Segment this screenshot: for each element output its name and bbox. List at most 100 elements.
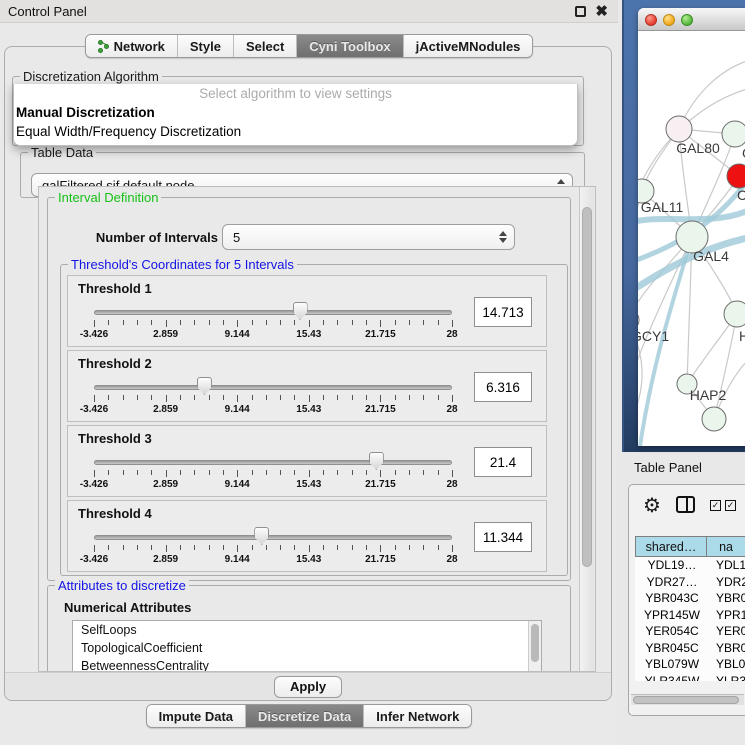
threshold-slider[interactable]: -3.4262.8599.14415.4321.71528 — [94, 351, 452, 423]
slider-tick — [180, 545, 181, 550]
slider-thumb[interactable] — [254, 527, 269, 545]
attribute-list-item[interactable]: TopologicalCoefficient — [73, 639, 541, 657]
tab-label: Select — [246, 39, 284, 54]
hscrollbar-thumb[interactable] — [633, 696, 739, 704]
threshold-slider[interactable]: -3.4262.8599.14415.4321.71528 — [94, 426, 452, 498]
checkbox-icon[interactable]: ✓ — [725, 500, 736, 511]
slider-tick — [323, 470, 324, 475]
columns-icon[interactable] — [676, 496, 695, 513]
algorithm-placeholder-item[interactable]: Select algorithm to view settings — [14, 84, 577, 103]
threshold-slider[interactable]: -3.4262.8599.14415.4321.71528 — [94, 501, 452, 573]
network-window: GAL80GACGAL11GAL4GCY1HHAP2 — [638, 8, 745, 446]
mac-minimize-icon[interactable] — [663, 14, 675, 26]
slider-tick — [209, 470, 210, 475]
attributes-group-label: Attributes to discretize — [55, 578, 189, 593]
table-column-header[interactable]: shared… — [635, 536, 707, 557]
threshold-value-field[interactable]: 21.4 — [474, 447, 532, 477]
slider-tick — [409, 395, 410, 400]
slider-tick-label: 28 — [446, 404, 457, 415]
table-row[interactable]: YBR043CYBR0 — [635, 590, 745, 607]
algorithm-option[interactable]: Manual Discretization — [14, 103, 577, 122]
tab-discretize-data[interactable]: Discretize Data — [246, 705, 364, 727]
settings-scrollbar[interactable] — [579, 187, 594, 671]
list-scrollbar[interactable] — [528, 621, 541, 672]
tab-select[interactable]: Select — [234, 35, 297, 57]
table-row[interactable]: YDL19…YDL1 — [635, 557, 745, 574]
slider-tick-label: 28 — [446, 479, 457, 490]
table-row[interactable]: YDR27…YDR2 — [635, 574, 745, 591]
number-of-intervals-combo[interactable]: 5 — [222, 224, 515, 250]
tab-infer-network[interactable]: Infer Network — [364, 705, 471, 727]
network-node[interactable] — [702, 407, 726, 431]
mac-close-icon[interactable] — [645, 14, 657, 26]
tab-jactivemnodules[interactable]: jActiveMNodules — [404, 35, 533, 57]
slider-track[interactable] — [94, 385, 452, 390]
table-hscrollbar[interactable] — [631, 694, 744, 705]
slider-tick — [252, 320, 253, 325]
network-window-titlebar[interactable] — [638, 8, 745, 31]
table-column-header[interactable]: na — [707, 536, 745, 557]
network-node[interactable] — [666, 116, 692, 142]
slider-tick-label: 2.859 — [153, 404, 178, 415]
node-label: C — [737, 187, 745, 203]
threshold-slider[interactable]: -3.4262.8599.14415.4321.71528 — [94, 276, 452, 348]
slider-tick — [380, 395, 381, 402]
slider-tick-label: 9.144 — [225, 329, 250, 340]
float-window-icon[interactable] — [575, 6, 586, 17]
slider-tick — [237, 395, 238, 402]
numerical-attributes-list[interactable]: SelfLoopsTopologicalCoefficientBetweenne… — [72, 620, 542, 672]
checkbox-icon[interactable]: ✓ — [710, 500, 721, 511]
node-label: H — [739, 328, 745, 344]
slider-tick — [151, 395, 152, 400]
tab-label: Network — [114, 39, 165, 54]
scrollbar-thumb[interactable] — [582, 207, 592, 567]
slider-tick-label: 21.715 — [365, 404, 396, 415]
table-row[interactable]: YLR345WYLR3 — [635, 673, 745, 682]
apply-button[interactable]: Apply — [274, 676, 342, 698]
slider-tick — [166, 320, 167, 327]
slider-tick — [280, 395, 281, 400]
network-node[interactable] — [727, 164, 745, 188]
slider-tick — [137, 470, 138, 475]
network-graph[interactable]: GAL80GACGAL11GAL4GCY1HHAP2 — [638, 31, 745, 446]
table-cell: YDL19… — [635, 558, 709, 572]
network-edge — [679, 61, 745, 129]
attribute-list-item[interactable]: SelfLoops — [73, 621, 541, 639]
network-canvas[interactable]: GAL80GACGAL11GAL4GCY1HHAP2 — [638, 31, 745, 446]
slider-tick — [108, 470, 109, 475]
slider-track[interactable] — [94, 535, 452, 540]
mac-zoom-icon[interactable] — [681, 14, 693, 26]
slider-thumb[interactable] — [369, 452, 384, 470]
slider-tick — [108, 320, 109, 325]
close-icon[interactable]: ✖ — [595, 2, 608, 20]
slider-track[interactable] — [94, 310, 452, 315]
slider-tick-label: 28 — [446, 329, 457, 340]
slider-track[interactable] — [94, 460, 452, 465]
tab-style[interactable]: Style — [178, 35, 234, 57]
threshold-value-field[interactable]: 11.344 — [474, 522, 532, 552]
gear-icon[interactable]: ⚙ — [643, 493, 661, 518]
table-row[interactable]: YER054CYER0 — [635, 623, 745, 640]
algorithm-option[interactable]: Equal Width/Frequency Discretization — [14, 122, 577, 141]
network-node[interactable] — [724, 301, 745, 327]
tab-cyni-toolbox[interactable]: Cyni Toolbox — [297, 35, 403, 57]
tab-impute-data[interactable]: Impute Data — [147, 705, 246, 727]
apply-strip: Apply — [5, 672, 611, 700]
node-table[interactable]: shared…na YDL19…YDL1YDR27…YDR2YBR043CYBR… — [635, 536, 745, 681]
tab-network[interactable]: Network — [86, 35, 178, 57]
slider-thumb[interactable] — [197, 377, 212, 395]
threshold-value-field[interactable]: 14.713 — [474, 297, 532, 327]
tab-label: Discretize Data — [258, 709, 351, 724]
attribute-list-item[interactable]: BetweennessCentrality — [73, 657, 541, 672]
slider-tick — [266, 545, 267, 550]
table-row[interactable]: YBL079WYBL0 — [635, 656, 745, 673]
table-row[interactable]: YBR045CYBR0 — [635, 640, 745, 657]
network-node[interactable] — [722, 121, 745, 147]
slider-tick-label: 2.859 — [153, 329, 178, 340]
table-row[interactable]: YPR145WYPR1 — [635, 607, 745, 624]
slider-thumb[interactable] — [293, 302, 308, 320]
slider-tick-label: 21.715 — [365, 329, 396, 340]
slider-tick — [309, 545, 310, 552]
threshold-value-field[interactable]: 6.316 — [474, 372, 532, 402]
slider-tick — [380, 320, 381, 327]
